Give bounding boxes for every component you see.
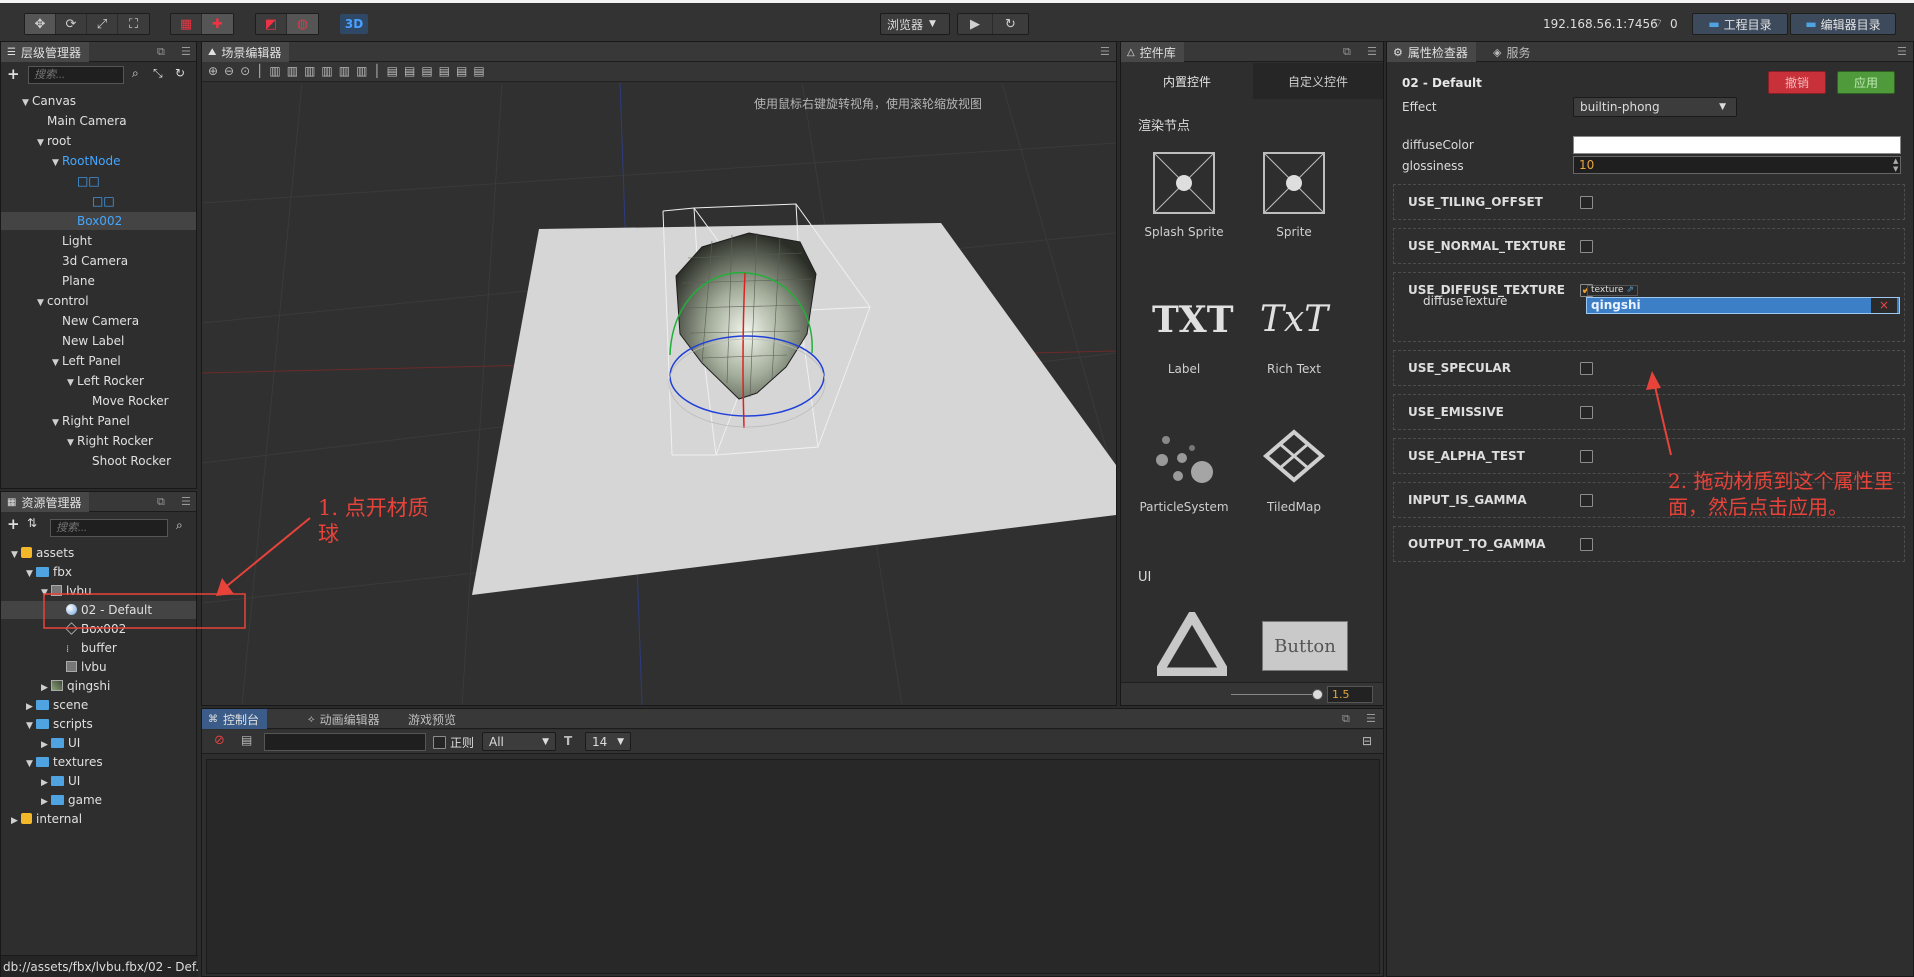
- annotation-note-2: 2. 拖动材质到这个属性里面，然后点击应用。: [1668, 469, 1894, 519]
- annotation-overlay: [43, 371, 1672, 629]
- arrow-head-2: [1646, 371, 1661, 390]
- annotation-note-1: 1. 点开材质球: [318, 496, 429, 546]
- arrow-head-1: [216, 578, 234, 596]
- arrow-line-1: [221, 517, 311, 591]
- highlight-box: [43, 593, 246, 629]
- arrow-line-2: [1653, 381, 1672, 456]
